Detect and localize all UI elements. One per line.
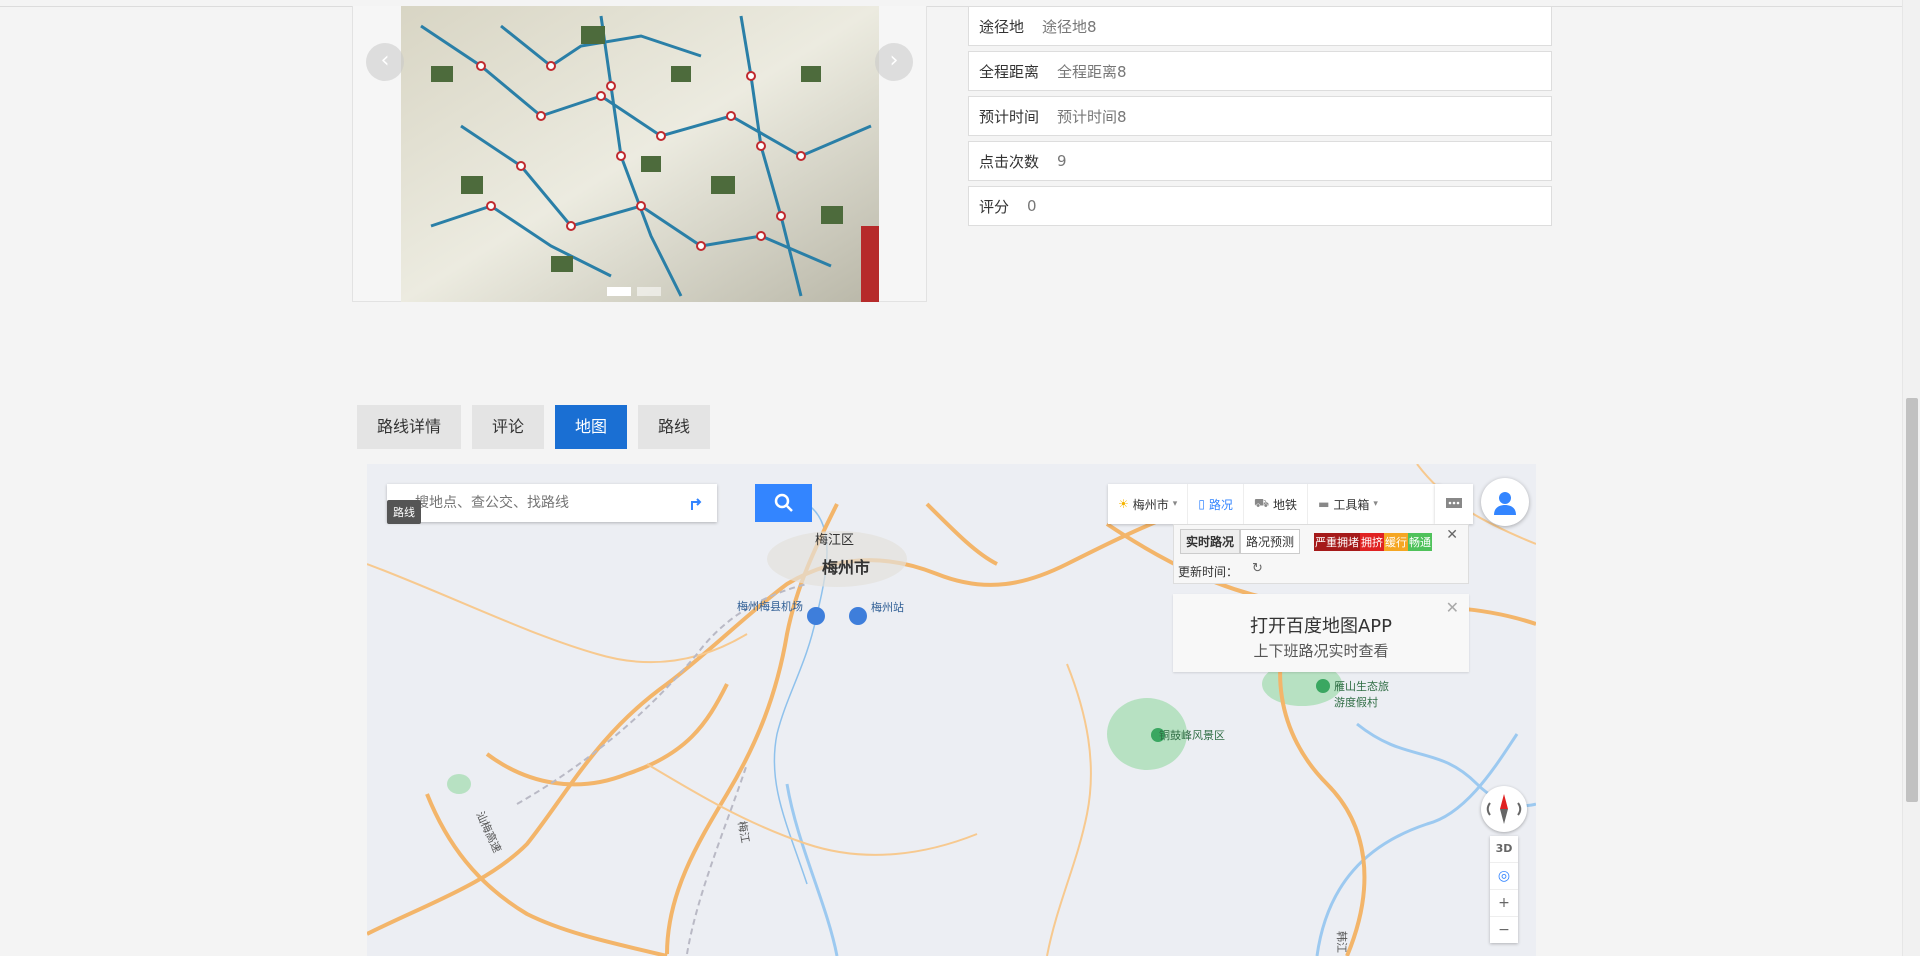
map-label-airport: 梅州梅县机场 xyxy=(737,600,803,613)
map-label-hanjiang: 韩江 xyxy=(1335,931,1348,953)
zoom-in-button[interactable]: + xyxy=(1490,890,1518,917)
toolbox-icon: ▬ xyxy=(1318,497,1330,511)
legend-severe: 严重拥堵 xyxy=(1314,533,1360,551)
update-time-label: 更新时间： xyxy=(1178,565,1239,579)
info-row-rating: 评分 0 xyxy=(968,186,1552,226)
close-icon[interactable]: ✕ xyxy=(1446,527,1458,543)
info-value: 全程距离8 xyxy=(1057,62,1127,81)
search-icon xyxy=(774,493,793,512)
route-map-photo xyxy=(401,6,879,302)
map-label-meizhou: 梅州市 xyxy=(822,558,871,577)
top-divider xyxy=(0,6,1920,7)
legend-slow: 缓行 xyxy=(1384,533,1408,551)
traffic-light-icon: ▯ xyxy=(1198,497,1205,511)
legend-congested: 拥挤 xyxy=(1360,533,1384,551)
zoom-out-button[interactable]: − xyxy=(1490,917,1518,943)
chevron-down-icon: ▾ xyxy=(1172,499,1178,509)
map-search-button[interactable] xyxy=(755,484,812,522)
tab-route-details[interactable]: 路线详情 xyxy=(357,405,462,449)
tab-traffic-forecast[interactable]: 路况预测 xyxy=(1240,529,1301,554)
toolbox-button[interactable]: ▬ 工具箱 ▾ xyxy=(1308,484,1388,524)
info-label: 全程距离 xyxy=(979,62,1040,81)
user-avatar-button[interactable] xyxy=(1481,478,1529,526)
info-label: 点击次数 xyxy=(979,152,1040,171)
info-label: 评分 xyxy=(979,197,1010,216)
info-label: 预计时间 xyxy=(979,107,1040,126)
map-label-tonggu: 铜鼓峰风景区 xyxy=(1159,729,1225,742)
traffic-button[interactable]: ▯ 路况 xyxy=(1188,484,1244,524)
info-row-duration: 预计时间 预计时间8 xyxy=(968,96,1552,136)
route-tooltip: 路线 xyxy=(387,500,421,524)
close-icon[interactable]: ✕ xyxy=(1446,598,1459,617)
baidu-map[interactable]: 梅江区 梅州市 梅州梅县机场 梅州站 铜鼓峰风景区 雁山生态旅游度假村 汕梅高速… xyxy=(367,464,1536,956)
map-search-input[interactable] xyxy=(387,484,677,522)
chat-icon xyxy=(1446,498,1462,508)
carousel-next-button[interactable]: › xyxy=(875,43,913,81)
tab-route[interactable]: 路线 xyxy=(638,405,711,449)
map-label-meijiang: 梅江区 xyxy=(815,533,855,548)
scrollbar-thumb[interactable] xyxy=(1906,398,1918,802)
tab-map[interactable]: 地图 xyxy=(555,405,628,449)
map-toolbar: ☀ 梅州市 ▾ ▯ 路况 ⛟ 地铁 ▬ 工具箱 ▾ xyxy=(1108,484,1441,524)
info-value: 0 xyxy=(1027,197,1037,215)
carousel-slide-image[interactable] xyxy=(401,6,879,302)
map-label-yanshan: 雁山生态旅游度假村 xyxy=(1334,680,1389,709)
map-zoom-controls: 3D ◎ + − xyxy=(1490,836,1518,943)
sun-icon: ☀ xyxy=(1118,497,1129,511)
traffic-panel: 实时路况 路况预测 严重拥堵 拥挤 缓行 畅通 ✕ 更新时间： ↻ xyxy=(1173,524,1469,584)
city-selector[interactable]: ☀ 梅州市 ▾ xyxy=(1108,484,1189,524)
info-row-clicks: 点击次数 9 xyxy=(968,141,1552,181)
refresh-icon[interactable]: ↻ xyxy=(1252,561,1263,576)
info-value: 途径地8 xyxy=(1042,17,1097,36)
user-icon xyxy=(1494,492,1516,515)
app-promo-box[interactable]: 打开百度地图APP 上下班路况实时查看 ✕ xyxy=(1173,594,1469,672)
map-search-bar xyxy=(387,484,717,522)
subway-button[interactable]: ⛟ 地铁 xyxy=(1244,484,1309,524)
traffic-tabs: 实时路况 路况预测 xyxy=(1180,529,1301,554)
chevron-down-icon: ▾ xyxy=(1373,499,1378,509)
route-direction-icon[interactable] xyxy=(677,484,717,522)
info-value: 预计时间8 xyxy=(1057,107,1127,126)
traffic-label: 路况 xyxy=(1208,497,1233,512)
tab-comments[interactable]: 评论 xyxy=(472,405,545,449)
traffic-legend: 严重拥堵 拥挤 缓行 畅通 xyxy=(1314,533,1432,551)
compass-icon xyxy=(1486,794,1522,824)
legend-clear: 畅通 xyxy=(1408,533,1432,551)
route-info-list: 途径地 途径地8 全程距离 全程距离8 预计时间 预计时间8 点击次数 9 评分… xyxy=(968,6,1552,231)
message-button[interactable] xyxy=(1435,484,1473,524)
info-value: 9 xyxy=(1057,152,1067,170)
info-row-distance: 全程距离 全程距离8 xyxy=(968,51,1552,91)
map-label-station: 梅州站 xyxy=(871,601,904,614)
info-label: 途径地 xyxy=(979,17,1025,36)
toolbox-label: 工具箱 xyxy=(1333,497,1370,512)
city-selector-label: 梅州市 xyxy=(1132,497,1169,512)
locate-icon[interactable]: ◎ xyxy=(1490,863,1518,890)
tab-realtime-traffic[interactable]: 实时路况 xyxy=(1180,529,1241,554)
subway-icon: ⛟ xyxy=(1253,496,1270,510)
compass-control[interactable] xyxy=(1481,786,1527,832)
carousel-dot-1[interactable] xyxy=(607,287,631,296)
info-row-via: 途径地 途径地8 xyxy=(968,6,1552,46)
carousel-indicators xyxy=(607,287,661,296)
promo-title: 打开百度地图APP xyxy=(1249,616,1393,637)
subway-label: 地铁 xyxy=(1273,497,1298,512)
carousel-dot-2[interactable] xyxy=(637,287,661,296)
carousel-prev-button[interactable]: ‹ xyxy=(366,43,404,81)
3d-button[interactable]: 3D xyxy=(1490,836,1518,863)
promo-subtitle: 上下班路况实时查看 xyxy=(1253,642,1389,660)
detail-tabs: 路线详情 评论 地图 路线 xyxy=(357,405,711,449)
